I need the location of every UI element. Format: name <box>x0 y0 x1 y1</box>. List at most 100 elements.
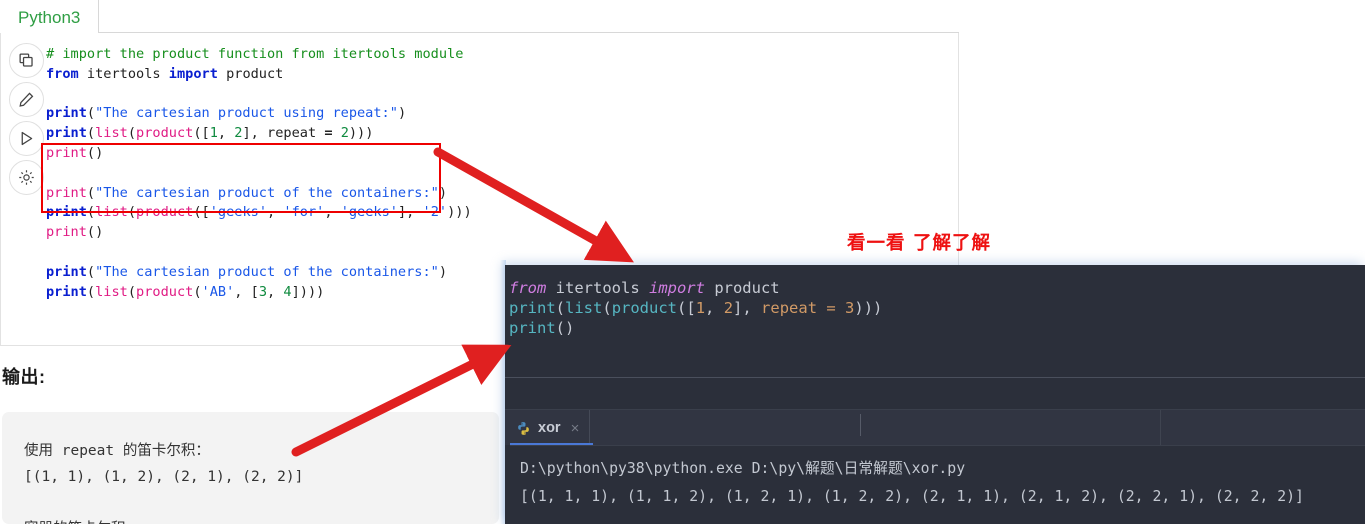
code-token: "The cartesian product using repeat:" <box>95 105 398 122</box>
code-token: 'AB' <box>201 283 235 300</box>
code-line: # import the product function from itert… <box>46 45 472 65</box>
run-icon[interactable] <box>9 121 44 156</box>
run-console[interactable]: D:\python\py38\python.exe D:\py\解题\日常解题\… <box>510 445 1365 524</box>
code-token: ))) <box>854 298 883 317</box>
pycharm-ide-panel: from itertools import product print(list(… <box>505 265 1365 524</box>
code-token: ([ <box>677 298 696 317</box>
python-file-icon <box>516 421 531 436</box>
code-token: print <box>46 144 87 161</box>
code-token: ], <box>397 204 423 221</box>
output-line: 使用 repeat 的笛卡尔积： <box>24 443 210 459</box>
code-token: import <box>168 65 218 82</box>
ide-editor[interactable]: from itertools import product print(list(… <box>505 265 1365 377</box>
editor-icon-rail <box>9 43 45 199</box>
code-token: 'for' <box>283 204 325 221</box>
code-token: ( <box>86 283 96 300</box>
code-token: 4 <box>283 283 292 300</box>
copy-icon[interactable] <box>9 43 44 78</box>
code-token: ( <box>86 204 96 221</box>
code-token: print <box>509 318 556 337</box>
code-token: ) <box>397 105 407 122</box>
code-token: product <box>136 283 194 300</box>
code-token: ( <box>193 283 202 300</box>
code-line: print() <box>509 315 882 337</box>
code-token: print <box>46 184 87 201</box>
code-token: ) <box>438 184 448 201</box>
code-token: , <box>267 283 284 300</box>
code-token: ]))) <box>291 283 325 300</box>
code-token: ([ <box>193 125 210 142</box>
code-token: , <box>324 204 341 221</box>
code-token: # import the product function from itert… <box>46 46 464 62</box>
code-token: list <box>95 125 128 142</box>
code-token: "The cartesian product of the containers… <box>95 184 439 201</box>
editor-tab-bar: Python3 <box>0 0 959 33</box>
code-token: product <box>136 125 194 142</box>
code-token: 1 <box>209 125 218 142</box>
code-token: print <box>46 204 87 221</box>
code-line: print("The cartesian product of the cont… <box>46 263 472 283</box>
code-token: ( <box>127 204 137 221</box>
code-token: print <box>46 224 87 241</box>
code-token: product <box>611 298 678 317</box>
code-token: 1 <box>695 298 706 317</box>
code-token: itertools <box>78 65 169 82</box>
code-token: , [ <box>234 283 259 300</box>
code-token: 2 <box>723 298 734 317</box>
brightness-icon[interactable] <box>9 160 44 195</box>
code-token: from <box>46 65 79 82</box>
tab-python3[interactable]: Python3 <box>0 0 100 33</box>
code-token: ( <box>86 105 96 122</box>
code-line: print("The cartesian product using repea… <box>46 104 472 124</box>
code-line: from itertools import product <box>46 65 472 85</box>
source-code[interactable]: # import the product function from itert… <box>46 45 472 302</box>
code-line: print("The cartesian product of the cont… <box>46 184 472 204</box>
code-token: () <box>86 224 104 241</box>
code-token: '2' <box>422 204 448 221</box>
code-token: ( <box>86 263 96 280</box>
code-line: print(list(product([1, 2], repeat = 2))) <box>46 124 472 144</box>
code-line: print() <box>46 223 472 243</box>
code-token: , <box>217 125 235 142</box>
code-token: product <box>217 65 284 82</box>
code-token: repeat = 3 <box>761 298 855 317</box>
code-token: 'geeks' <box>209 204 268 221</box>
code-token: print <box>46 283 87 300</box>
ide-gap <box>505 378 1365 409</box>
output-line: 容器的笛卡尔积 <box>24 516 303 524</box>
code-token: ))) <box>348 125 374 142</box>
console-line: D:\python\py38\python.exe D:\py\解题\日常解题\… <box>520 460 966 477</box>
output-text: 使用 repeat 的笛卡尔积： [(1, 1), (1, 2), (2, 1),… <box>24 438 303 524</box>
output-heading: 输出: <box>2 367 46 387</box>
code-token: print <box>46 263 87 280</box>
run-tool-window-header: xor × <box>505 409 1365 446</box>
ide-source-code[interactable]: from itertools import product print(list(… <box>509 275 883 337</box>
output-line: [(1, 1), (1, 2), (2, 1), (2, 2)] <box>24 469 304 485</box>
code-token: list <box>95 204 128 221</box>
pencil-icon[interactable] <box>9 82 44 117</box>
code-token: ) <box>438 263 448 280</box>
console-output: D:\python\py38\python.exe D:\py\解题\日常解题\… <box>520 455 1304 511</box>
code-line: print(list(product([1, 2], repeat = 3))) <box>509 295 883 317</box>
code-token: ([ <box>193 204 210 221</box>
code-token: ( <box>127 283 137 300</box>
code-token: list <box>95 283 128 300</box>
code-token: product <box>136 204 194 221</box>
code-token: () <box>86 144 104 161</box>
code-token: print <box>46 105 87 122</box>
toolbar-separator-right <box>1160 410 1161 446</box>
code-token: , <box>705 298 724 317</box>
code-token: ( <box>86 125 96 142</box>
close-icon[interactable]: × <box>571 420 580 437</box>
run-tab-xor[interactable]: xor × <box>510 410 591 446</box>
code-token: ( <box>127 125 137 142</box>
code-token: print <box>46 125 87 142</box>
run-tab-label: xor <box>538 420 561 436</box>
red-annotation-text: 看一看 了解了解 <box>847 233 991 254</box>
code-token: () <box>555 318 575 337</box>
code-token: 2 <box>340 125 349 142</box>
code-token: ], repeat <box>242 125 325 142</box>
